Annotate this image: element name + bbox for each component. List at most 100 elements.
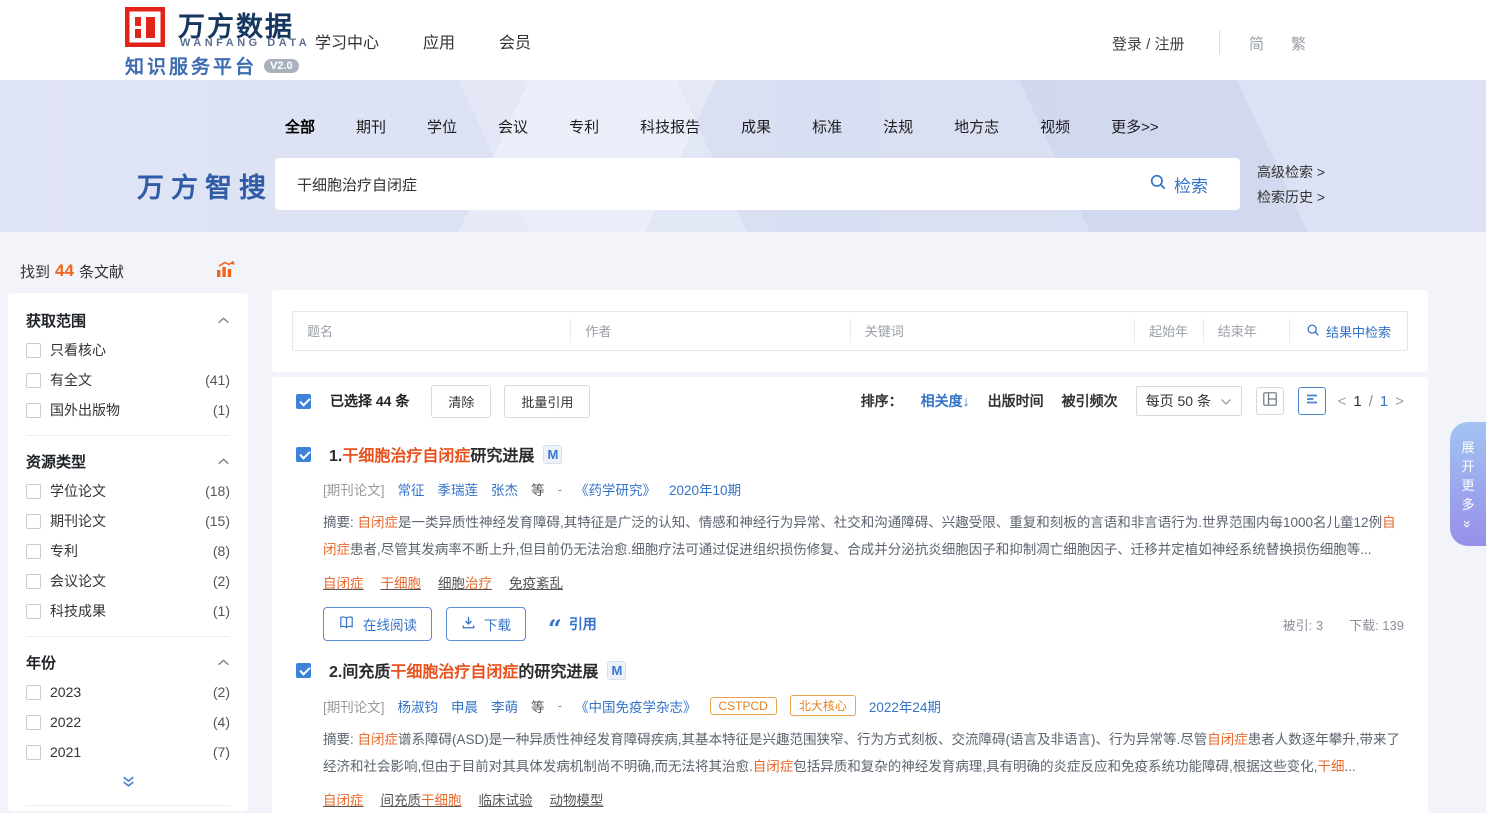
tab-专利[interactable]: 专利 — [569, 116, 599, 137]
filter-item-2023[interactable]: 2023(2) — [26, 677, 230, 707]
filter-section-title[interactable]: 年份 — [26, 652, 230, 673]
filter-item-2021[interactable]: 2021(7) — [26, 737, 230, 767]
result-title-link[interactable]: 1.干细胞治疗自闭症研究进展 — [329, 442, 534, 466]
read-online-button[interactable]: 在线阅读 — [323, 607, 432, 641]
filter-item-期刊论文[interactable]: 期刊论文(15) — [26, 506, 230, 536]
nav-item-3[interactable]: 会员 — [499, 29, 531, 53]
author-link[interactable]: 季瑞莲 — [438, 479, 479, 499]
double-chevron-down-icon — [121, 775, 136, 793]
analysis-chart-icon[interactable] — [216, 260, 236, 282]
author-link[interactable]: 李萌 — [491, 696, 518, 716]
nav-item-1[interactable]: 学习中心 — [315, 29, 379, 53]
layout-view-button[interactable] — [1256, 387, 1284, 415]
filter-item-有全文[interactable]: 有全文(41) — [26, 365, 230, 395]
lang-traditional[interactable]: 繁 — [1291, 33, 1306, 54]
select-all-checkbox[interactable] — [296, 394, 311, 409]
filter-checkbox[interactable] — [26, 484, 41, 499]
list-view-button[interactable] — [1298, 387, 1326, 415]
tab-成果[interactable]: 成果 — [741, 116, 771, 137]
result-type-label: [期刊论文] — [323, 696, 385, 716]
advanced-search-link[interactable]: 高级检索 > — [1257, 160, 1325, 185]
filter-section-title[interactable]: 资源类型 — [26, 451, 230, 472]
cite-button[interactable]: “引用 — [548, 614, 597, 634]
author-link[interactable]: 常征 — [398, 479, 425, 499]
per-page-select[interactable]: 每页 50 条 — [1136, 386, 1242, 416]
result-index: 1. — [329, 448, 342, 465]
prev-page-button[interactable]: < — [1338, 393, 1347, 410]
download-button[interactable]: 下载 — [446, 607, 526, 641]
filter-checkbox[interactable] — [26, 604, 41, 619]
filter-section-title[interactable]: 获取范围 — [26, 310, 230, 331]
expand-more-button[interactable]: 展开更多» — [1450, 422, 1486, 546]
refine-input-year-start[interactable] — [1135, 324, 1203, 339]
tab-法规[interactable]: 法规 — [883, 116, 913, 137]
search-in-results-button[interactable]: 结果中检索 — [1289, 319, 1407, 343]
author-link[interactable]: 申晨 — [451, 696, 478, 716]
issue-link[interactable]: 2020年10期 — [669, 479, 741, 499]
result-title-link[interactable]: 2.间充质干细胞治疗自闭症的研究进展 — [329, 658, 598, 682]
lang-simplified[interactable]: 简 — [1249, 33, 1264, 54]
result-keywords: 自闭症干细胞细胞治疗免疫紊乱 — [323, 572, 1404, 592]
filter-checkbox[interactable] — [26, 403, 41, 418]
sort-option-出版时间[interactable]: 出版时间 — [988, 391, 1044, 411]
filter-checkbox[interactable] — [26, 685, 41, 700]
tab-标准[interactable]: 标准 — [812, 116, 842, 137]
filter-checkbox[interactable] — [26, 544, 41, 559]
refine-input-year-end[interactable] — [1204, 324, 1289, 339]
filter-checkbox[interactable] — [26, 715, 41, 730]
keyword-link[interactable]: 间充质干细胞 — [381, 789, 462, 809]
filter-item-学位论文[interactable]: 学位论文(18) — [26, 476, 230, 506]
journal-link[interactable]: 《药学研究》 — [575, 479, 656, 499]
author-link[interactable]: 杨淑钧 — [398, 696, 439, 716]
keyword-link[interactable]: 自闭症 — [323, 789, 364, 809]
meta-dash: - — [558, 698, 563, 713]
tab-会议[interactable]: 会议 — [498, 116, 528, 137]
filter-checkbox[interactable] — [26, 373, 41, 388]
batch-cite-button[interactable]: 批量引用 — [504, 385, 590, 418]
tab-全部[interactable]: 全部 — [285, 116, 315, 137]
tab-学位[interactable]: 学位 — [427, 116, 457, 137]
nav-item-2[interactable]: 应用 — [423, 29, 455, 53]
sort-option-相关度[interactable]: 相关度↓ — [921, 391, 970, 411]
tab-更多>>[interactable]: 更多>> — [1111, 116, 1159, 137]
search-history-link[interactable]: 检索历史 > — [1257, 185, 1325, 210]
refine-input-keyword[interactable] — [851, 324, 1134, 339]
keyword-link[interactable]: 免疫紊乱 — [509, 572, 563, 592]
filter-item-专利[interactable]: 专利(8) — [26, 536, 230, 566]
filter-checkbox[interactable] — [26, 745, 41, 760]
issue-link[interactable]: 2022年24期 — [869, 696, 941, 716]
filter-checkbox[interactable] — [26, 574, 41, 589]
sort-option-被引频次[interactable]: 被引频次 — [1062, 391, 1118, 411]
filter-item-会议论文[interactable]: 会议论文(2) — [26, 566, 230, 596]
filter-item-2022[interactable]: 2022(4) — [26, 707, 230, 737]
keyword-link[interactable]: 细胞治疗 — [438, 572, 492, 592]
keyword-link[interactable]: 自闭症 — [323, 572, 364, 592]
filter-checkbox[interactable] — [26, 343, 41, 358]
author-link[interactable]: 张杰 — [491, 479, 518, 499]
search-button[interactable]: 检索 — [1149, 172, 1240, 197]
tab-科技报告[interactable]: 科技报告 — [640, 116, 700, 137]
search-type-tabs: 全部 期刊 学位 会议 专利 科技报告 成果 标准 法规 地方志 视频 更多>> — [285, 116, 1159, 137]
login-register-link[interactable]: 登录 / 注册 — [1112, 33, 1185, 54]
filter-item-科技成果[interactable]: 科技成果(1) — [26, 596, 230, 626]
next-page-button[interactable]: > — [1395, 393, 1404, 410]
wanfang-logo-icon[interactable] — [125, 7, 165, 47]
keyword-link[interactable]: 干细胞 — [381, 572, 422, 592]
tab-视频[interactable]: 视频 — [1040, 116, 1070, 137]
result-checkbox[interactable] — [296, 447, 311, 462]
search-input[interactable] — [275, 158, 1149, 210]
clear-selection-button[interactable]: 清除 — [431, 385, 491, 418]
keyword-link[interactable]: 动物模型 — [550, 789, 604, 809]
refine-input-author[interactable] — [571, 324, 849, 339]
tab-地方志[interactable]: 地方志 — [954, 116, 999, 137]
result-checkbox[interactable] — [296, 663, 311, 678]
filter-item-只看核心[interactable]: 只看核心 — [26, 335, 230, 365]
keyword-link[interactable]: 临床试验 — [479, 789, 533, 809]
refine-input-title[interactable] — [293, 324, 570, 339]
filter-checkbox[interactable] — [26, 514, 41, 529]
journal-link[interactable]: 《中国免疫学杂志》 — [575, 696, 697, 716]
filter-item-label: 期刊论文 — [50, 511, 106, 531]
filter-item-国外出版物[interactable]: 国外出版物(1) — [26, 395, 230, 425]
tab-期刊[interactable]: 期刊 — [356, 116, 386, 137]
expand-years-button[interactable] — [26, 767, 230, 795]
